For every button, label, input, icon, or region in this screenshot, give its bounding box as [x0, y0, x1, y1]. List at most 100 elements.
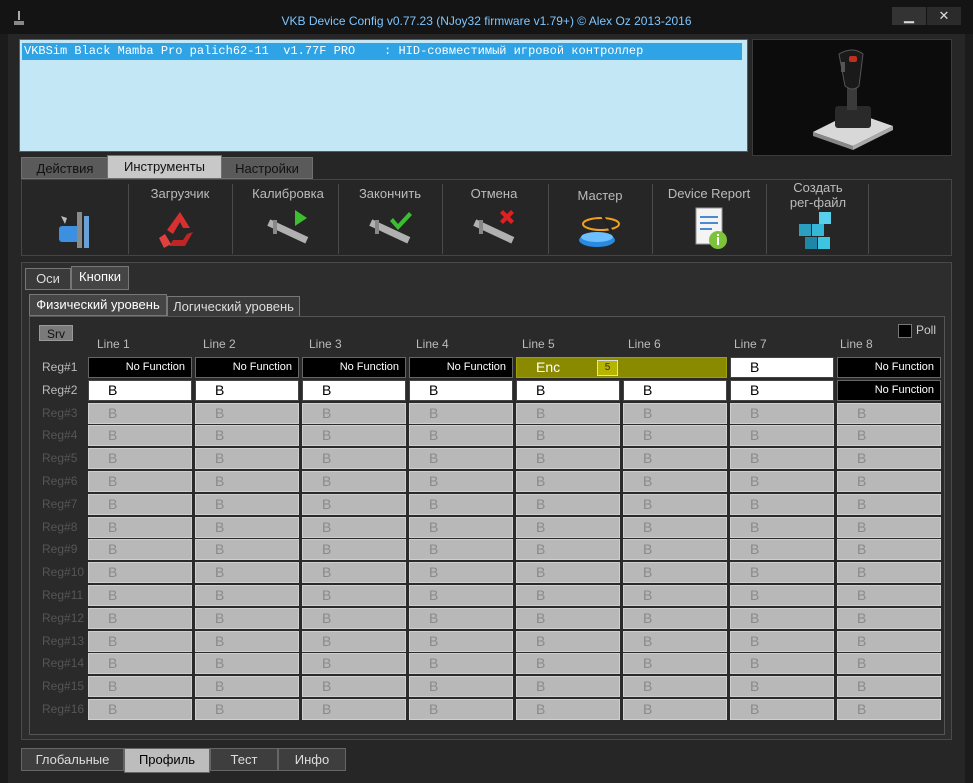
- register-cell-disabled: B: [837, 653, 941, 674]
- srv-button[interactable]: Srv: [39, 325, 73, 341]
- register-cell[interactable]: No Function: [195, 357, 299, 378]
- calibration-button[interactable]: Калибровка: [234, 180, 342, 257]
- register-cell[interactable]: B: [730, 380, 834, 401]
- reg-label: Reg#4: [42, 428, 78, 442]
- poll-checkbox[interactable]: [898, 324, 912, 338]
- reg-label: Reg#13: [42, 634, 85, 648]
- tab-tools[interactable]: Инструменты: [107, 155, 222, 179]
- tools-icon: [59, 212, 89, 248]
- register-cell-disabled: B: [623, 471, 727, 492]
- register-cell-disabled: B: [195, 676, 299, 697]
- reg-label: Reg#10: [42, 565, 85, 579]
- register-cell[interactable]: No Function: [837, 357, 941, 378]
- device-report-button[interactable]: Device Report: [654, 180, 764, 257]
- register-cell-disabled: B: [730, 517, 834, 538]
- tab-global[interactable]: Глобальные: [21, 748, 124, 771]
- cancel-button[interactable]: Отмена: [444, 180, 544, 257]
- tools-button[interactable]: [26, 180, 126, 257]
- register-cell[interactable]: B: [516, 380, 620, 401]
- tab-info[interactable]: Инфо: [278, 748, 346, 771]
- register-cell-disabled: B: [302, 448, 406, 469]
- register-cell-disabled: B: [302, 653, 406, 674]
- register-cell-disabled: B: [88, 676, 192, 697]
- reg-label: Reg#12: [42, 611, 85, 625]
- register-cell-disabled: B: [409, 517, 513, 538]
- register-cell-disabled: B: [409, 653, 513, 674]
- calibration-label: Калибровка: [252, 186, 324, 201]
- register-cell-disabled: B: [302, 699, 406, 720]
- register-cell-disabled: B: [516, 517, 620, 538]
- register-cell-disabled: B: [837, 425, 941, 446]
- register-cell-disabled: B: [88, 403, 192, 424]
- close-button[interactable]: ✕: [927, 7, 961, 25]
- tab-actions[interactable]: Действия: [21, 157, 109, 179]
- register-cell-disabled: B: [302, 425, 406, 446]
- line-header: Line 8: [840, 337, 873, 351]
- register-cell-disabled: B: [837, 676, 941, 697]
- loader-label: Загрузчик: [150, 186, 210, 201]
- line-header: Line 1: [97, 337, 130, 351]
- tab-buttons[interactable]: Кнопки: [71, 266, 129, 290]
- line-header: Line 6: [628, 337, 661, 351]
- register-cell-disabled: B: [409, 631, 513, 652]
- encoder-cell[interactable]: Enc 5: [516, 357, 727, 378]
- checkmark-icon: [369, 212, 412, 244]
- register-cell-disabled: B: [195, 699, 299, 720]
- loader-button[interactable]: Загрузчик: [130, 180, 230, 257]
- finish-label: Закончить: [358, 186, 422, 201]
- register-cell-disabled: B: [623, 494, 727, 515]
- finish-button[interactable]: Закончить: [340, 180, 440, 257]
- register-cell-disabled: B: [516, 539, 620, 560]
- register-cell-disabled: B: [409, 494, 513, 515]
- reg-label: Reg#16: [42, 702, 85, 716]
- recycle-icon: [159, 212, 193, 248]
- device-list[interactable]: VKBSim Black Mamba Pro palich62-11 v1.77…: [19, 39, 748, 152]
- create-reg-file-button[interactable]: Создать рег-файл: [768, 180, 868, 257]
- register-cell[interactable]: B: [409, 380, 513, 401]
- register-cell[interactable]: No Function: [302, 357, 406, 378]
- register-cell[interactable]: No Function: [88, 357, 192, 378]
- tab-test[interactable]: Тест: [210, 748, 278, 771]
- register-cell-disabled: B: [409, 585, 513, 606]
- register-cell-disabled: B: [623, 403, 727, 424]
- tab-physical-level[interactable]: Физический уровень: [29, 294, 167, 316]
- device-list-item[interactable]: VKBSim Black Mamba Pro palich62-11 v1.77…: [22, 43, 742, 60]
- register-cell-disabled: B: [302, 562, 406, 583]
- register-cell-disabled: B: [302, 585, 406, 606]
- register-cell[interactable]: B: [302, 380, 406, 401]
- register-cell-disabled: B: [837, 471, 941, 492]
- tools-toolbar: Загрузчик Калибровка Закончить Отмена Ма…: [21, 179, 952, 256]
- tab-logical-level[interactable]: Логический уровень: [167, 296, 300, 318]
- register-cell-disabled: B: [88, 471, 192, 492]
- register-cell-disabled: B: [88, 653, 192, 674]
- register-cell[interactable]: B: [88, 380, 192, 401]
- report-info-icon: [695, 207, 727, 249]
- register-cell[interactable]: B: [623, 380, 727, 401]
- register-cell-disabled: B: [516, 585, 620, 606]
- register-cell-disabled: B: [195, 471, 299, 492]
- register-cell-disabled: B: [302, 471, 406, 492]
- register-cell-disabled: B: [730, 699, 834, 720]
- tab-profile[interactable]: Профиль: [124, 748, 210, 773]
- tab-axes[interactable]: Оси: [25, 268, 71, 290]
- reg-label: Reg#14: [42, 656, 85, 670]
- register-cell-disabled: B: [623, 631, 727, 652]
- register-cell[interactable]: B: [195, 380, 299, 401]
- register-cell-disabled: B: [302, 608, 406, 629]
- register-cell-disabled: B: [837, 699, 941, 720]
- wizard-button[interactable]: Мастер: [550, 180, 650, 257]
- register-cell[interactable]: No Function: [409, 357, 513, 378]
- register-cell-disabled: B: [88, 585, 192, 606]
- minimize-button[interactable]: ▁: [892, 7, 926, 25]
- register-cell[interactable]: No Function: [837, 380, 941, 401]
- line-header: Line 7: [734, 337, 767, 351]
- reg-label: Reg#15: [42, 679, 85, 693]
- register-cell-disabled: B: [88, 539, 192, 560]
- register-cell[interactable]: B: [730, 357, 834, 378]
- tab-settings[interactable]: Настройки: [221, 157, 313, 179]
- window-title: VKB Device Config v0.77.23 (NJoy32 firmw…: [281, 14, 692, 28]
- registry-cubes-icon: [799, 212, 831, 249]
- reg-label: Reg#9: [42, 542, 78, 556]
- register-cell-disabled: B: [623, 562, 727, 583]
- register-cell-disabled: B: [88, 608, 192, 629]
